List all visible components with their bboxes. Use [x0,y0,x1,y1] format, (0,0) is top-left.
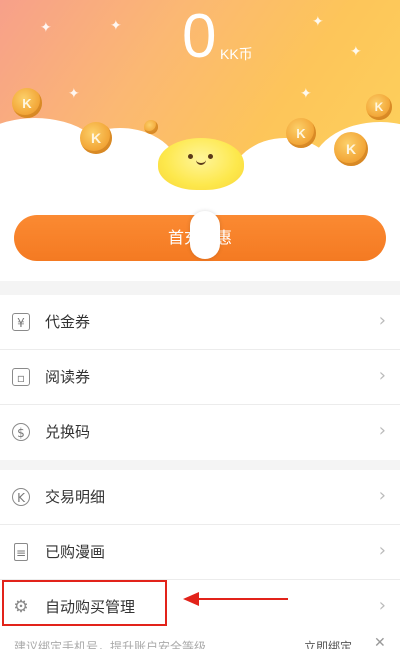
annotation-highlight-box [2,580,167,626]
menu-item-voucher[interactable]: ¥ 代金券 › [0,295,400,350]
sparkle-icon: ✦ [68,86,80,102]
ticket-icon: ▫ [12,368,30,386]
menu-item-label: 阅读券 [45,368,91,386]
chevron-right-icon: › [378,420,386,441]
sparkle-icon: ✦ [300,86,312,102]
coin-icon: K [286,118,316,148]
coin-icon: K [334,132,368,166]
chevron-right-icon: › [378,365,386,386]
menu-item-purchased-comics[interactable]: ≡ 已购漫画 › [0,525,400,580]
coupon-section: ¥ 代金券 › ▫ 阅读券 › $ 兑换码 › [0,295,400,460]
chevron-right-icon: › [378,485,386,506]
bind-phone-tip: 建议绑定手机号，提升账户安全等级 [14,640,207,649]
menu-item-label: 兑换码 [45,423,91,441]
coin-icon: K [12,88,42,118]
coin-icon: K [80,122,112,154]
close-icon[interactable]: ✕ [374,635,386,649]
balance-unit: KK币 [220,46,253,62]
chevron-right-icon: › [378,310,386,331]
coin-icon: K [366,94,392,120]
touch-indicator [190,211,220,259]
document-icon: ≡ [14,543,28,561]
balance-value: 0 [182,2,217,71]
sparkle-icon: ✦ [312,14,324,30]
menu-item-redeem-code[interactable]: $ 兑换码 › [0,405,400,460]
chevron-right-icon: › [378,595,386,616]
menu-item-label: 已购漫画 [45,543,106,561]
sparkle-icon: ✦ [110,18,122,34]
coin-icon [144,120,158,134]
menu-item-reading-ticket[interactable]: ▫ 阅读券 › [0,350,400,405]
annotation-arrow-line [196,598,288,600]
bind-phone-banner: 建议绑定手机号，提升账户安全等级 立即绑定 ✕ [0,635,400,649]
mascot-icon [158,138,244,190]
voucher-icon: ¥ [12,313,30,331]
sparkle-icon: ✦ [350,44,362,60]
menu-item-label: 代金券 [45,313,91,331]
chevron-right-icon: › [378,540,386,561]
menu-item-label: 交易明细 [45,488,106,506]
bind-now-link[interactable]: 立即绑定 [304,638,352,649]
menu-item-transactions[interactable]: K 交易明细 › [0,470,400,525]
dollar-circle-icon: $ [12,423,30,441]
sparkle-icon: ✦ [40,20,52,36]
wallet-header: ✦ ✦ ✦ ✦ ✦ ✦ 0 KK币 K K K K K [0,0,400,205]
k-circle-icon: K [12,488,30,506]
